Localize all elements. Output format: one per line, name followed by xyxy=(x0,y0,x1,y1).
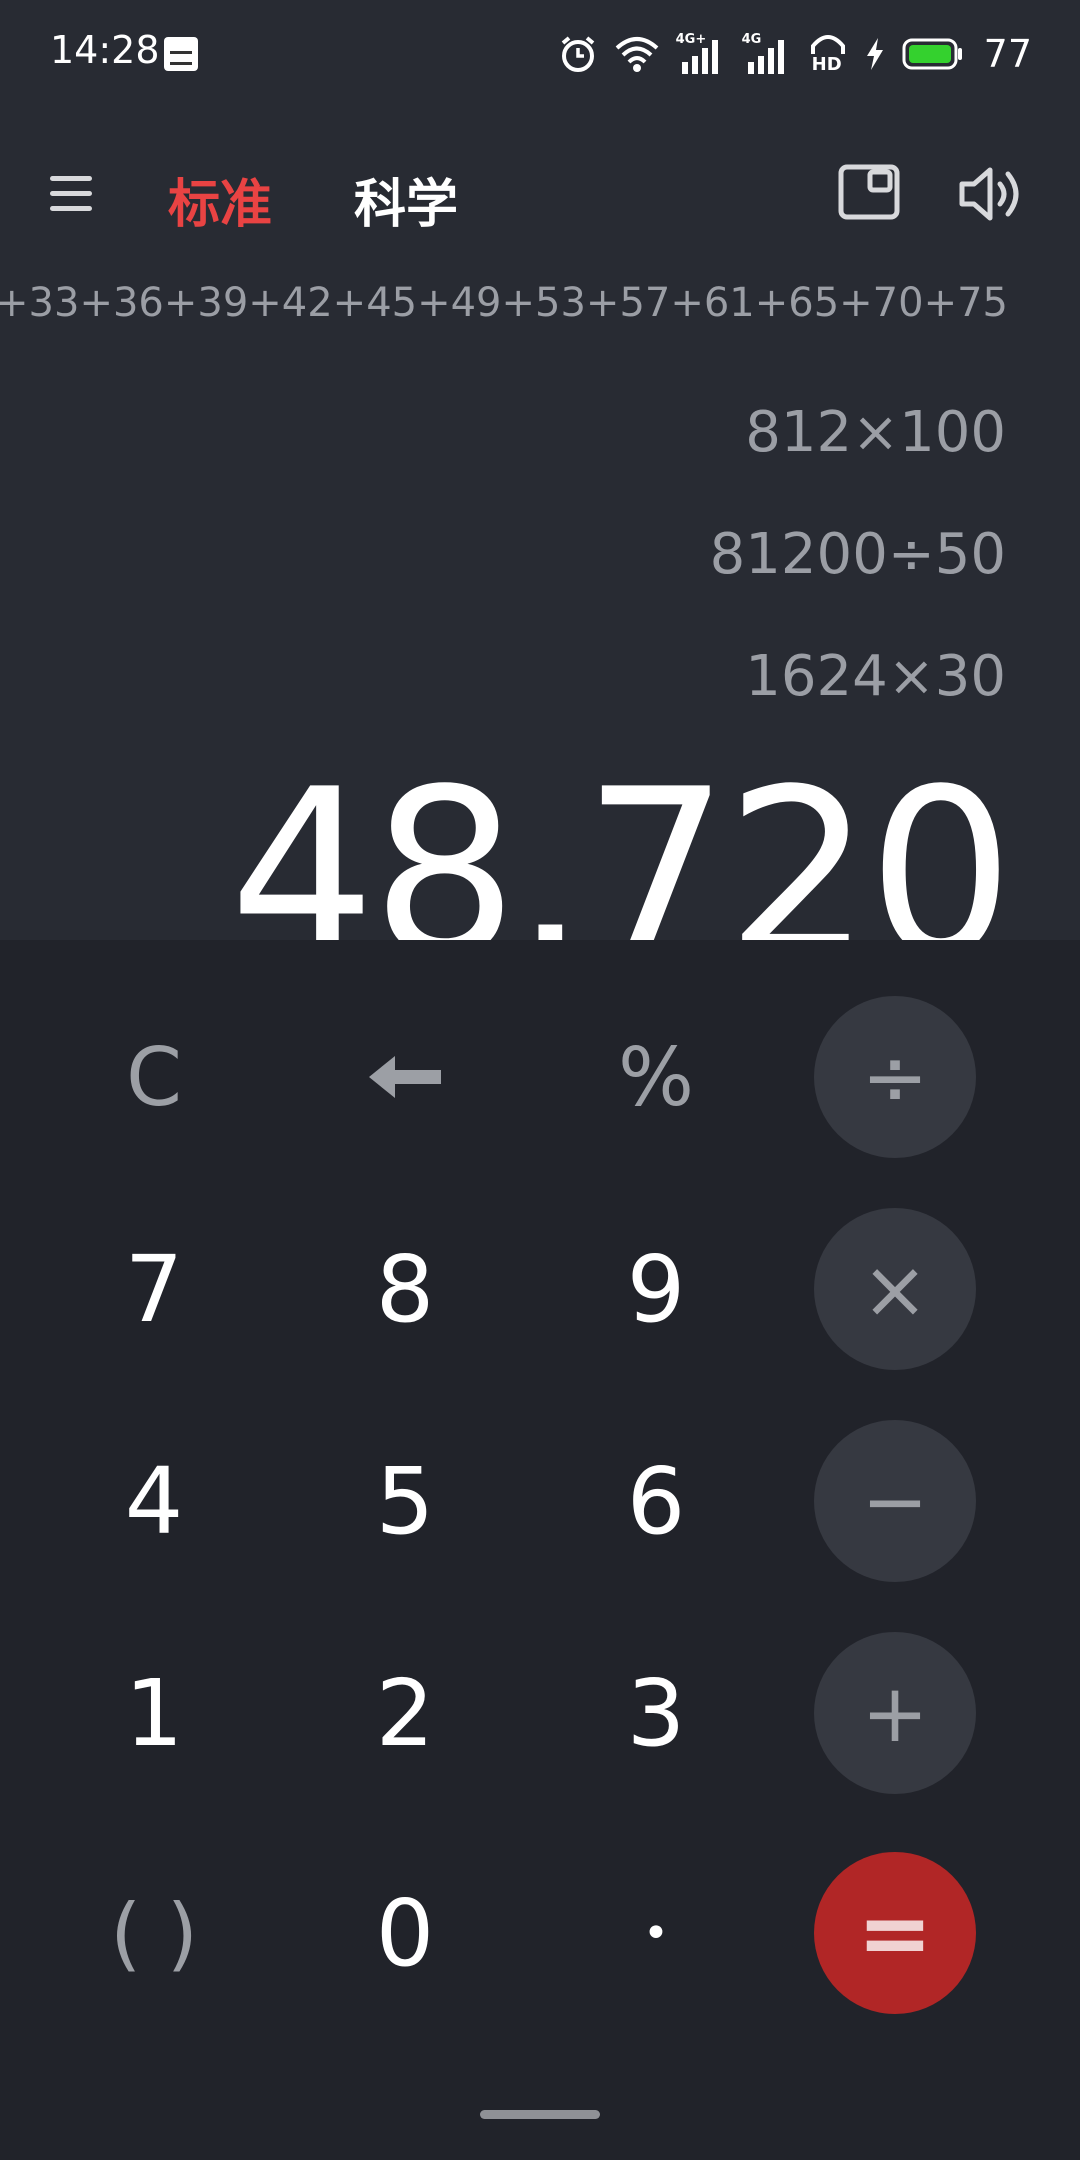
backspace-arrow-icon xyxy=(369,1056,441,1098)
battery-icon xyxy=(902,38,962,70)
decimal-button[interactable]: • xyxy=(575,1852,737,2014)
network-label-hd: HD xyxy=(811,54,842,75)
digit-5-button[interactable]: 5 xyxy=(324,1420,486,1582)
headset-icon xyxy=(810,35,845,54)
hd-voice: HD xyxy=(808,32,848,76)
parentheses-button[interactable]: ( ) xyxy=(73,1852,235,2014)
history-expression[interactable]: 81200÷50 xyxy=(710,522,1006,587)
digit-9-button[interactable]: 9 xyxy=(575,1208,737,1370)
backspace-button[interactable] xyxy=(324,996,486,1158)
signal-bars-icon xyxy=(747,40,784,74)
digit-3-button[interactable]: 3 xyxy=(575,1632,737,1794)
plus-button[interactable]: + xyxy=(814,1632,976,1794)
toolbar: 标准 科学 xyxy=(0,140,1080,250)
battery-level: 77 xyxy=(983,32,1032,76)
status-bar: 14:28 4G+ 4G HD 77 xyxy=(0,0,1080,110)
history-expression[interactable]: 812×100 xyxy=(745,400,1006,465)
digit-8-button[interactable]: 8 xyxy=(324,1208,486,1370)
keypad: C % ÷ 7 8 9 × 4 5 6 − 1 2 3 + ( ) 0 • = xyxy=(0,940,1080,2160)
digit-7-button[interactable]: 7 xyxy=(73,1208,235,1370)
digit-1-button[interactable]: 1 xyxy=(73,1632,235,1794)
divide-button[interactable]: ÷ xyxy=(814,996,976,1158)
digit-2-button[interactable]: 2 xyxy=(324,1632,486,1794)
floating-window-icon[interactable] xyxy=(838,164,902,222)
sound-icon[interactable] xyxy=(956,164,1024,224)
calculator-display: +24+27+30+33+36+39+42+45+49+53+57+61+65+… xyxy=(0,250,1080,940)
clear-button[interactable]: C xyxy=(73,996,235,1158)
tab-scientific[interactable]: 科学 xyxy=(354,162,458,237)
charging-icon xyxy=(866,38,883,70)
alarm-icon xyxy=(561,36,594,72)
status-icons: 4G+ 4G HD 77 xyxy=(558,26,1032,82)
signal-4g-plus: 4G+ xyxy=(676,32,726,76)
navigation-handle[interactable] xyxy=(480,2110,600,2119)
multiply-button[interactable]: × xyxy=(814,1208,976,1370)
history-expression[interactable]: 1624×30 xyxy=(745,644,1006,709)
wifi-icon xyxy=(615,37,658,72)
digit-6-button[interactable]: 6 xyxy=(575,1420,737,1582)
history-expression[interactable]: +24+27+30+33+36+39+42+45+49+53+57+61+65+… xyxy=(0,280,1008,326)
tab-standard[interactable]: 标准 xyxy=(168,162,272,237)
digit-0-button[interactable]: 0 xyxy=(324,1852,486,2014)
menu-icon[interactable] xyxy=(48,170,96,218)
minus-button[interactable]: − xyxy=(814,1420,976,1582)
percent-button[interactable]: % xyxy=(575,996,737,1158)
status-time: 14:28 xyxy=(50,28,160,72)
signal-4g: 4G xyxy=(742,32,792,76)
signal-bars-icon xyxy=(681,40,718,74)
bilibili-icon xyxy=(164,37,198,71)
result-display: 48.720 xyxy=(229,741,1014,941)
digit-4-button[interactable]: 4 xyxy=(73,1420,235,1582)
equals-button[interactable]: = xyxy=(814,1852,976,2014)
